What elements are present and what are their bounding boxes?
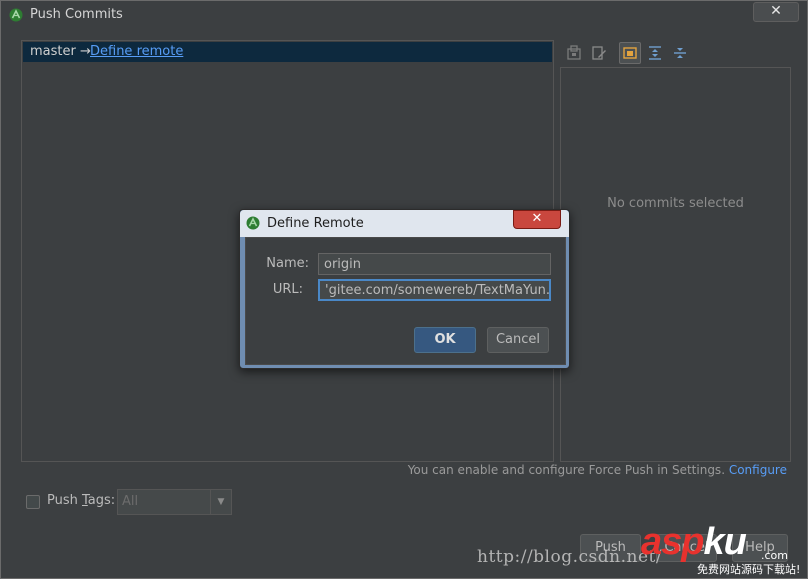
- android-studio-icon: [9, 8, 23, 22]
- repository-icon[interactable]: [563, 42, 585, 64]
- aspku-logo: aspku .com 免费网站源码下载站!: [641, 521, 801, 577]
- name-field[interactable]: origin: [318, 253, 551, 275]
- name-label: Name:: [266, 256, 309, 271]
- push-tags-label: Push Tags:: [47, 493, 116, 508]
- empty-state-text: No commits selected: [607, 196, 744, 211]
- configure-link[interactable]: Configure: [729, 463, 787, 477]
- define-remote-link[interactable]: Define remote: [90, 44, 183, 59]
- define-remote-dialog: Define Remote ✕ Name: origin URL: 'gitee…: [239, 209, 570, 369]
- push-tags-select-value: All: [122, 494, 139, 509]
- watermark-url: http://blog.csdn.net/: [477, 547, 663, 567]
- branch-label: master →: [30, 44, 91, 59]
- dialog-title-bar: Define Remote ✕: [240, 210, 569, 237]
- force-push-hint: You can enable and configure Force Push …: [408, 463, 787, 477]
- branch-row[interactable]: master → Define remote: [23, 42, 552, 62]
- push-tags-select[interactable]: All ▼: [117, 489, 232, 515]
- edit-source-icon[interactable]: [588, 42, 610, 64]
- logo-tagline: 免费网站源码下载站!: [697, 563, 801, 576]
- android-studio-icon: [246, 216, 260, 230]
- dialog-body: Name: origin URL: 'gitee.com/somewereb/T…: [245, 237, 566, 365]
- push-tags-checkbox[interactable]: [26, 495, 40, 509]
- logo-wordmark: aspku: [641, 521, 747, 563]
- url-label: URL:: [272, 282, 303, 297]
- preview-details-icon[interactable]: [619, 42, 641, 64]
- chevron-down-icon: ▼: [210, 490, 231, 514]
- title-bar: Push Commits ✕: [1, 1, 807, 29]
- force-push-hint-text: You can enable and configure Force Push …: [407, 463, 729, 477]
- dialog-title: Define Remote: [267, 216, 364, 231]
- commit-details-panel: No commits selected: [560, 67, 791, 462]
- url-field[interactable]: 'gitee.com/somewereb/TextMaYun.git: [318, 279, 551, 301]
- window-title: Push Commits: [30, 7, 123, 22]
- expand-all-icon[interactable]: [644, 42, 666, 64]
- dialog-close-button[interactable]: ✕: [513, 210, 561, 229]
- window-close-button[interactable]: ✕: [753, 2, 799, 22]
- ok-button[interactable]: OK: [414, 327, 476, 353]
- collapse-all-icon[interactable]: [669, 42, 691, 64]
- dialog-cancel-button[interactable]: Cancel: [487, 327, 549, 353]
